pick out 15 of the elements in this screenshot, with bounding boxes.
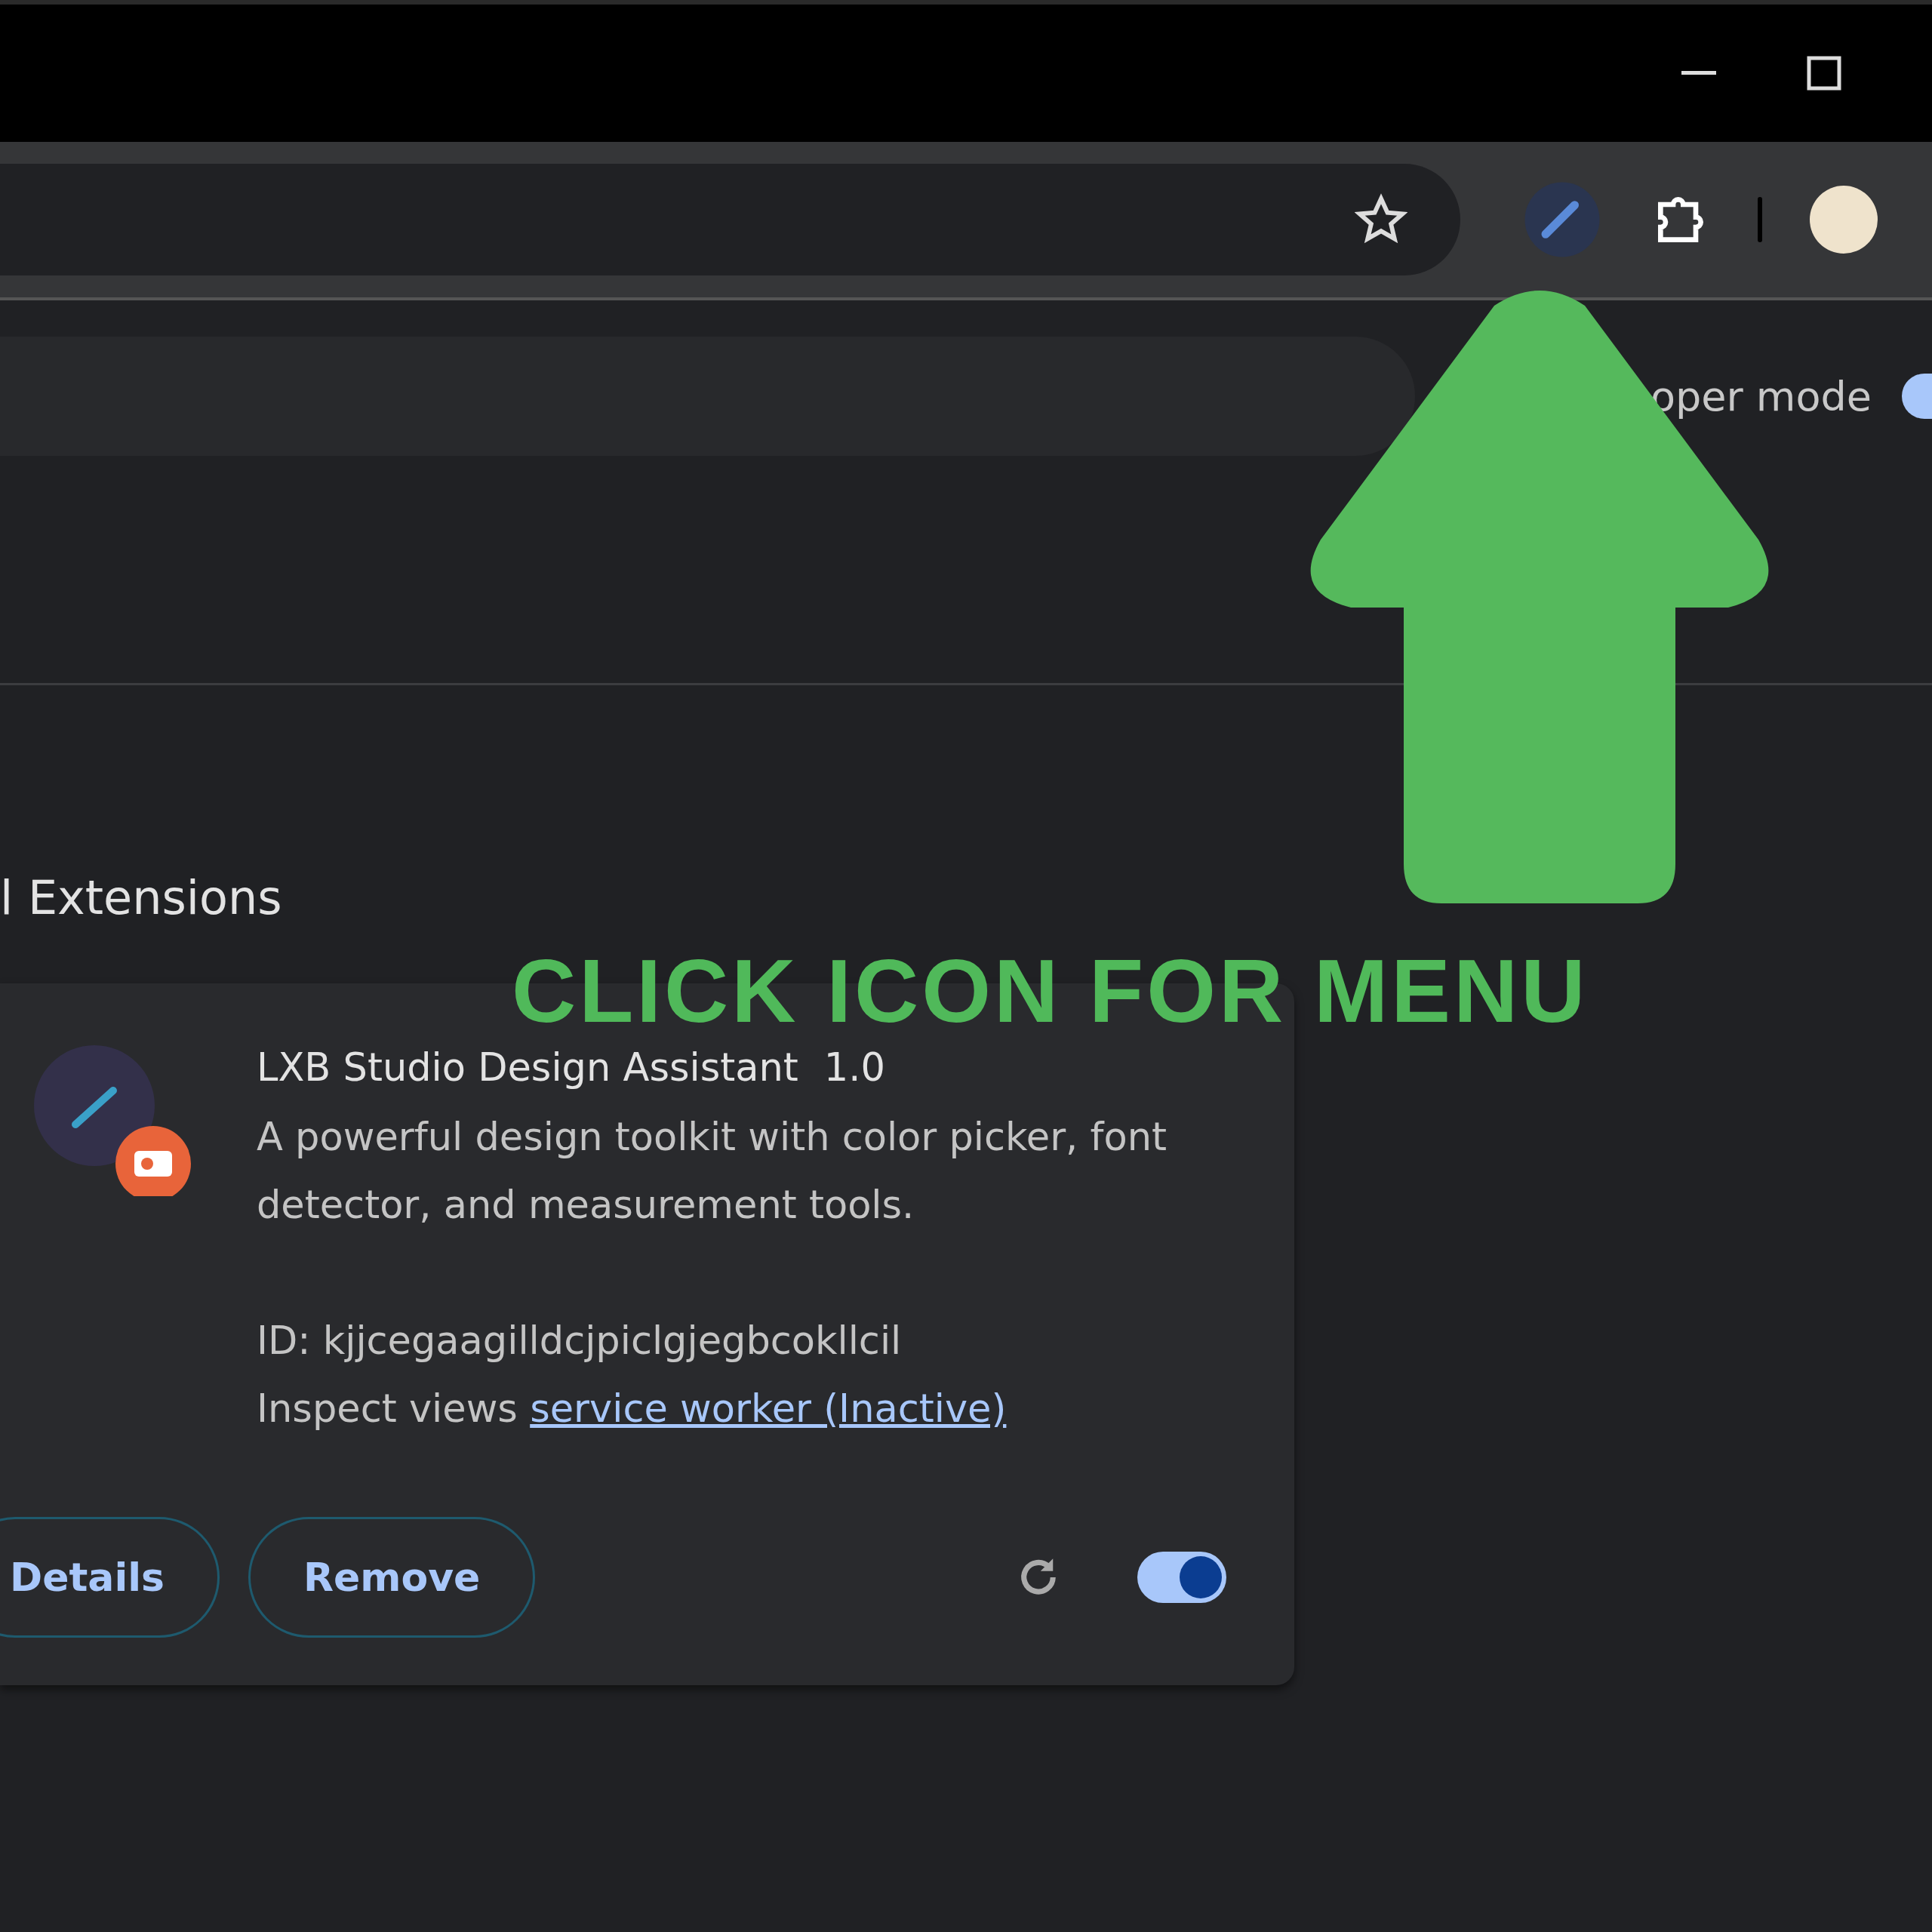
extension-description: A powerful design toolkit with color picker, font detector, and measurement tools.: [257, 1114, 1168, 1229]
overlay-caption: CLICK ICON FOR MENU: [512, 940, 1589, 1042]
search-field[interactable]: [0, 337, 1415, 456]
section-title: l Extensions: [0, 870, 283, 927]
inspect-views-label: Inspect views: [257, 1386, 518, 1431]
minimize-icon[interactable]: [1681, 71, 1716, 75]
remove-button[interactable]: Remove: [248, 1517, 536, 1638]
extension-version: 1.0: [823, 1045, 885, 1090]
maximize-icon[interactable]: [1807, 56, 1841, 91]
developer-mode-toggle[interactable]: [1902, 374, 1932, 419]
extension-id: ID: kjjcegaagilldcjpiclgjegbcokllcil: [257, 1318, 903, 1364]
service-worker-link[interactable]: service worker (Inactive): [530, 1386, 1007, 1431]
details-button[interactable]: Details: [0, 1517, 220, 1638]
extension-name: LXB Studio Design Assistant: [257, 1045, 798, 1090]
avatar-icon[interactable]: [1809, 185, 1878, 254]
